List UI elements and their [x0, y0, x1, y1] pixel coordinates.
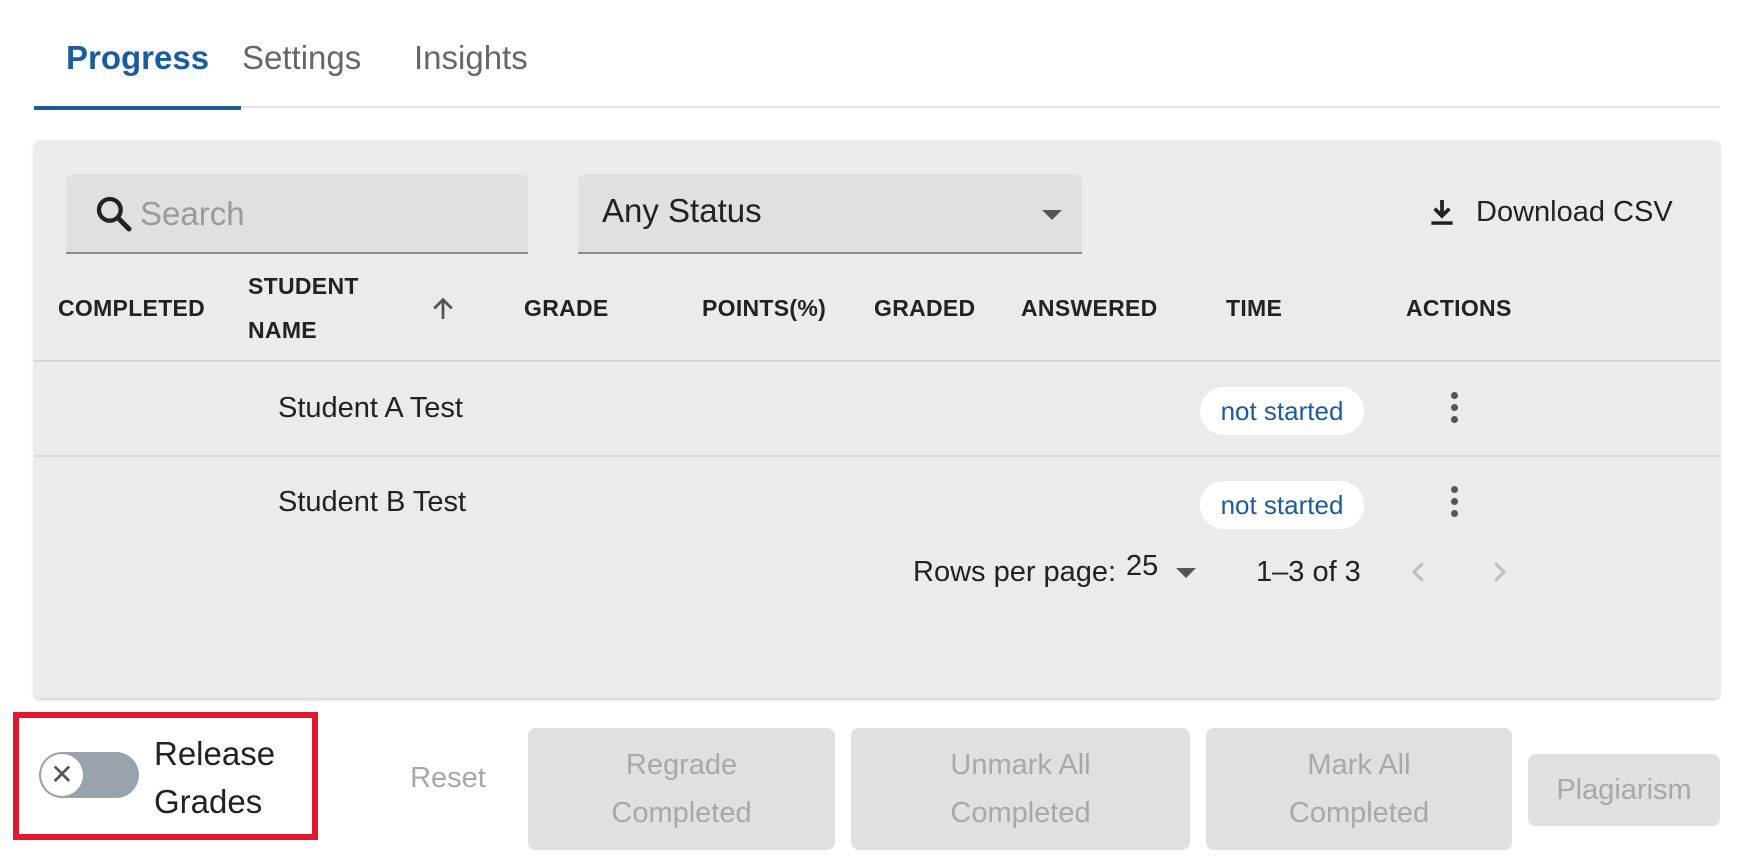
- column-header-student[interactable]: STUDENT: [248, 262, 359, 310]
- status-badge: not started: [1200, 387, 1364, 435]
- status-filter-select[interactable]: Any Status: [578, 174, 1082, 254]
- column-header-grade[interactable]: GRADE: [524, 284, 609, 332]
- status-badge: not started: [1200, 481, 1364, 529]
- column-header-time[interactable]: TIME: [1226, 284, 1282, 332]
- student-name-cell: Student A Test: [278, 392, 463, 424]
- release-grades-label: Release Grades: [154, 730, 304, 826]
- status-filter-value: Any Status: [602, 192, 762, 229]
- student-name-cell: Student B Test: [278, 486, 467, 518]
- row-divider: [34, 455, 1720, 457]
- release-grades-label-line2: Grades: [154, 783, 263, 820]
- release-grades-label-line1: Release: [154, 735, 276, 772]
- rows-per-page-label: Rows per page:: [913, 556, 1117, 588]
- tab-insights[interactable]: Insights: [382, 34, 560, 108]
- column-header-actions: ACTIONS: [1406, 295, 1512, 321]
- more-vert-icon[interactable]: [1448, 486, 1460, 522]
- regrade-completed-line2: Completed: [611, 797, 752, 829]
- release-grades-highlight: ✕ Release Grades: [13, 712, 318, 840]
- column-header-name[interactable]: NAME: [248, 306, 317, 354]
- chevron-down-icon: [1042, 210, 1062, 220]
- download-csv-button[interactable]: Download CSV: [1414, 184, 1685, 240]
- arrow-up-icon[interactable]: [428, 294, 458, 324]
- regrade-completed-line1: Regrade: [625, 749, 738, 781]
- pagination-range: 1–3 of 3: [1256, 556, 1361, 588]
- rows-per-page-value: 25: [1126, 550, 1159, 582]
- search-field[interactable]: [66, 174, 528, 254]
- regrade-completed-button[interactable]: Regrade Completed: [528, 728, 835, 850]
- download-icon: [1431, 200, 1453, 225]
- more-vert-icon[interactable]: [1448, 392, 1460, 428]
- tab-settings[interactable]: Settings: [210, 34, 393, 108]
- unmark-all-completed-button[interactable]: Unmark All Completed: [851, 728, 1190, 850]
- chevron-left-icon[interactable]: [1404, 554, 1434, 590]
- chevron-down-icon: [1176, 568, 1196, 578]
- progress-card: Any Status Download CSV COMPLETED STUDEN…: [34, 140, 1720, 698]
- mark-all-line1: Mark All: [1307, 749, 1411, 781]
- unmark-all-line2: Completed: [950, 797, 1091, 829]
- release-grades-toggle[interactable]: ✕: [39, 752, 139, 798]
- search-icon: [96, 196, 132, 232]
- chevron-right-icon[interactable]: [1484, 554, 1514, 590]
- close-icon: ✕: [41, 754, 83, 796]
- tab-bar: Progress Settings Insights: [34, 0, 1720, 110]
- column-header-answered[interactable]: ANSWERED: [1021, 284, 1158, 332]
- unmark-all-line1: Unmark All: [950, 749, 1091, 781]
- column-header-points[interactable]: POINTS(%): [702, 284, 826, 332]
- mark-all-line2: Completed: [1288, 797, 1430, 829]
- mark-all-completed-button[interactable]: Mark All Completed: [1206, 728, 1512, 850]
- plagiarism-button[interactable]: Plagiarism: [1528, 754, 1720, 826]
- column-header-completed[interactable]: COMPLETED: [58, 284, 205, 332]
- rows-per-page-select[interactable]: 25: [1126, 550, 1202, 594]
- download-csv-label: Download CSV: [1476, 195, 1673, 228]
- reset-button[interactable]: Reset: [392, 752, 504, 804]
- row-divider: [34, 360, 1720, 362]
- column-header-graded[interactable]: GRADED: [874, 284, 975, 332]
- search-input[interactable]: [138, 188, 508, 240]
